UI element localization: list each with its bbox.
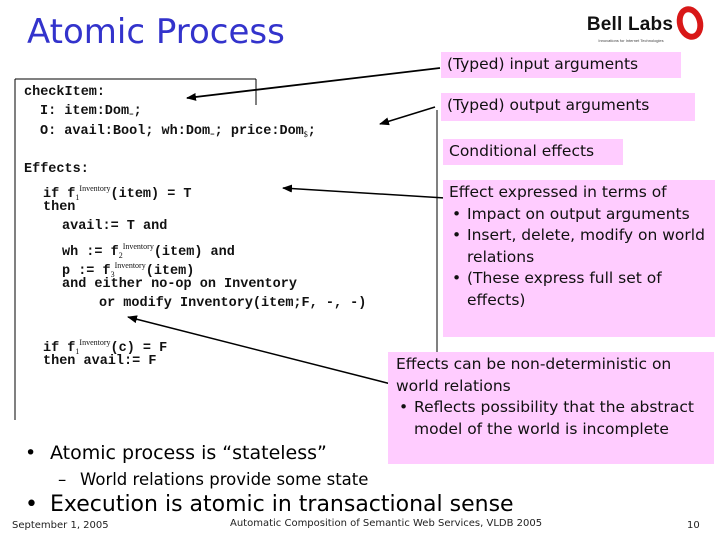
code-line: avail:= T and bbox=[62, 219, 168, 234]
slide-title: Atomic Process bbox=[27, 12, 285, 52]
code-line: then avail:= F bbox=[43, 354, 157, 369]
logo-wordmark: Bell Labs bbox=[586, 14, 674, 35]
code-output-end: ; bbox=[307, 124, 316, 139]
footer-title: Automatic Composition of Semantic Web Se… bbox=[230, 518, 543, 529]
callout-effect-terms: Effect expressed in terms of Impact on o… bbox=[443, 180, 715, 337]
bell-labs-logo: Bell Labs Innovations for Internet Techn… bbox=[580, 3, 715, 50]
list-item: (These express full set of effects) bbox=[449, 268, 709, 311]
arrow-output-args bbox=[379, 106, 436, 126]
logo-ring-icon bbox=[673, 3, 707, 43]
sub-bullet-world-relations: – World relations provide some state bbox=[58, 470, 368, 489]
code-effects-header: Effects: bbox=[24, 162, 89, 177]
code-input-text: I: item:Dom bbox=[40, 104, 130, 119]
arrow-input-args bbox=[186, 67, 441, 101]
code-line: or modify Inventory(item;F, -, -) bbox=[99, 296, 367, 311]
bullet-icon: • bbox=[25, 442, 37, 464]
arrow-conditional bbox=[282, 184, 446, 199]
callout-nondeterministic-list: Reflects possibility that the abstract m… bbox=[396, 397, 708, 440]
code-output-text-b: ; price:Dom bbox=[214, 124, 304, 139]
code-output-line: O: avail:Bool; wh:Dom=; price:Dom$; bbox=[40, 122, 316, 145]
list-item: Insert, delete, modify on world relation… bbox=[449, 225, 709, 268]
code-header: checkItem: bbox=[24, 85, 106, 100]
bullet-stateless: • Atomic process is “stateless” bbox=[25, 442, 327, 464]
bullet-text: Atomic process is “stateless” bbox=[50, 442, 327, 464]
page-number: 10 bbox=[687, 520, 700, 531]
callout-conditional-effects: Conditional effects bbox=[443, 139, 623, 165]
code-line: then bbox=[43, 200, 76, 215]
callout-nondeterministic: Effects can be non-deterministic on worl… bbox=[388, 352, 714, 464]
callout-output-args: (Typed) output arguments bbox=[441, 93, 695, 121]
callout-effect-terms-heading: Effect expressed in terms of bbox=[449, 183, 667, 201]
dash-icon: – bbox=[58, 470, 67, 489]
code-output-text-a: O: avail:Bool; wh:Dom bbox=[40, 124, 211, 139]
bullet-execution: • Execution is atomic in transactional se… bbox=[25, 492, 514, 517]
bullet-text: World relations provide some state bbox=[80, 470, 369, 489]
code-line: and either no-op on Inventory bbox=[62, 277, 297, 292]
callout-input-args: (Typed) input arguments bbox=[441, 52, 681, 78]
callout-nondeterministic-heading: Effects can be non-deterministic on worl… bbox=[396, 355, 672, 395]
bullet-icon: • bbox=[25, 492, 38, 517]
list-item: Impact on output arguments bbox=[449, 204, 709, 226]
logo-tagline: Innovations for Internet Technologies bbox=[598, 38, 664, 43]
footer-date: September 1, 2005 bbox=[12, 520, 109, 531]
code-input-end: ; bbox=[133, 104, 142, 119]
arrow-nondeterministic bbox=[127, 315, 396, 386]
callout-effect-terms-list: Impact on output arguments Insert, delet… bbox=[449, 204, 709, 312]
list-item: Reflects possibility that the abstract m… bbox=[396, 397, 708, 440]
bullet-text: Execution is atomic in transactional sen… bbox=[50, 492, 514, 517]
